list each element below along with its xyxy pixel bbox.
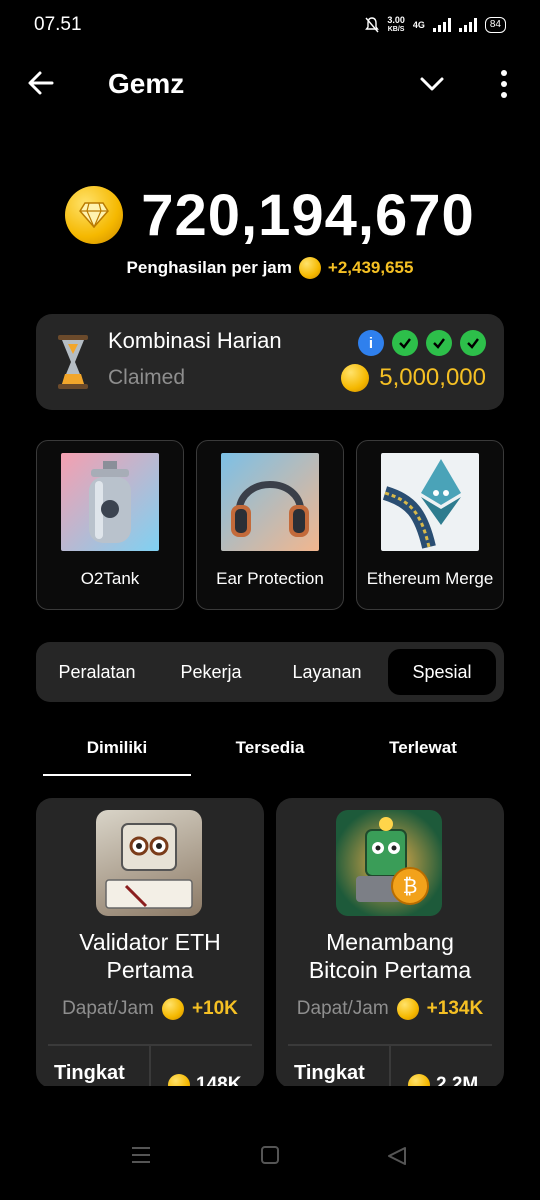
chevron-down-icon[interactable] <box>418 70 446 98</box>
item-name: Menambang Bitcoin Pertama <box>308 929 472 983</box>
back-nav-icon[interactable] <box>386 1146 408 1166</box>
system-nav-bar <box>0 1086 540 1200</box>
balance-value: 720,194,670 <box>141 182 475 248</box>
daily-card-label: Ear Protection <box>216 569 324 588</box>
tab-peralatan[interactable]: Peralatan <box>44 649 150 695</box>
divider <box>149 1046 151 1088</box>
sub-tabs: Dimiliki Tersedia Terlewat <box>0 730 540 776</box>
combo-title: Kombinasi Harian <box>108 328 282 353</box>
daily-card-label: Ethereum Merge <box>366 569 494 588</box>
item-name: Validator ETH Pertama <box>79 929 221 983</box>
arrow-left-icon[interactable] <box>26 68 56 98</box>
combo-status: Claimed <box>108 366 186 389</box>
earn-row: Dapat/Jam +134K <box>276 998 504 1020</box>
level-label: Tingkat <box>54 1062 125 1084</box>
daily-cards: O2Tank Ear Protection Ethereum Merge <box>36 440 506 610</box>
signal-icon-2 <box>458 18 477 32</box>
ethereum-zipper-image <box>381 453 479 551</box>
svg-text:₿: ₿ <box>403 874 418 898</box>
combo-reward: 5,000,000 <box>341 364 486 392</box>
rate-label: Penghasilan per jam <box>126 258 292 277</box>
network-speed: 3.00 KB/S <box>387 15 405 34</box>
category-tabs: Peralatan Pekerja Layanan Spesial <box>36 642 504 702</box>
gem-coin-icon <box>65 186 124 244</box>
earn-label: Dapat/Jam <box>62 998 154 1019</box>
earn-row: Dapat/Jam +10K <box>36 998 264 1020</box>
info-icon[interactable]: i <box>358 330 384 356</box>
earn-value: +134K <box>426 998 484 1019</box>
app-header: Gemz <box>0 58 540 110</box>
network-type: 4G <box>412 20 425 30</box>
tab-terlewat[interactable]: Terlewat <box>349 738 497 758</box>
coin-icon <box>161 998 184 1020</box>
tab-dimiliki[interactable]: Dimiliki <box>43 738 191 758</box>
coin-balance: 720,194,670 <box>0 180 540 250</box>
recent-apps-icon[interactable] <box>130 1146 152 1164</box>
bitcoin-miner-image: ₿ <box>336 810 442 916</box>
tab-tersedia[interactable]: Tersedia <box>196 738 344 758</box>
level-label: Tingkat <box>294 1062 365 1084</box>
combo-progress: i <box>358 330 486 356</box>
check-icon <box>460 330 486 356</box>
status-time: 07.51 <box>34 14 82 35</box>
item-card-bitcoin-mining[interactable]: ₿ Menambang Bitcoin Pertama Dapat/Jam +1… <box>276 798 504 1088</box>
daily-card-ethereum-merge[interactable]: Ethereum Merge <box>356 440 504 610</box>
check-icon <box>426 330 452 356</box>
mute-bell-icon <box>365 17 380 33</box>
daily-combo-panel[interactable]: Kombinasi Harian Claimed i 5,000,000 <box>36 314 504 410</box>
validator-image <box>96 810 202 916</box>
app-title: Gemz <box>108 68 185 99</box>
item-card-validator-eth[interactable]: Validator ETH Pertama Dapat/Jam +10K Tin… <box>36 798 264 1088</box>
earn-label: Dapat/Jam <box>296 998 389 1019</box>
earn-value: +10K <box>191 998 238 1019</box>
daily-card-o2tank[interactable]: O2Tank <box>36 440 184 610</box>
active-tab-indicator <box>43 774 191 776</box>
coin-icon <box>396 998 419 1020</box>
signal-icon <box>432 18 451 32</box>
more-vertical-icon[interactable] <box>494 68 514 100</box>
coin-icon <box>341 364 370 392</box>
check-icon <box>392 330 418 356</box>
divider <box>389 1046 391 1088</box>
hourly-rate: Penghasilan per jam +2,439,655 <box>0 257 540 279</box>
daily-card-ear-protection[interactable]: Ear Protection <box>196 440 344 610</box>
rate-value: +2,439,655 <box>327 258 414 277</box>
hourglass-icon <box>58 335 88 389</box>
daily-card-label: O2Tank <box>80 569 140 588</box>
tab-layanan[interactable]: Layanan <box>272 649 382 695</box>
coin-icon <box>298 257 321 279</box>
home-icon[interactable] <box>260 1146 280 1164</box>
tab-spesial[interactable]: Spesial <box>388 649 496 695</box>
status-icons: 3.00 KB/S 4G 84 <box>365 16 506 34</box>
combo-reward-value: 5,000,000 <box>379 364 486 391</box>
tab-pekerja[interactable]: Pekerja <box>158 649 264 695</box>
o2tank-image <box>61 453 159 551</box>
status-bar: 07.51 3.00 KB/S 4G 84 <box>0 0 540 50</box>
headphones-image <box>221 453 319 551</box>
battery-indicator: 84 <box>484 17 506 33</box>
